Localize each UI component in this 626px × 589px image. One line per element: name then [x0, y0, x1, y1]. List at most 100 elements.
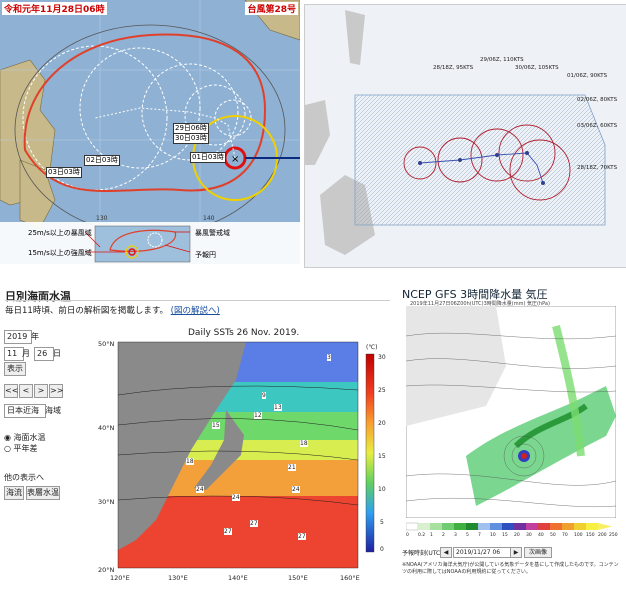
next-time-button[interactable]: ▶ — [510, 547, 522, 558]
scale-tick: 7 — [478, 533, 481, 538]
lat-tick: 30°N — [98, 498, 115, 506]
jma-header-date: 令和元年11月28日06時 — [2, 2, 107, 15]
colorbar-tick: 15 — [378, 453, 386, 460]
contour-label: 9 — [262, 392, 266, 399]
contour-label: 3 — [327, 354, 331, 361]
contour-label: 27 — [250, 520, 258, 527]
lat-tick: 20°N — [98, 566, 115, 574]
lon-tick: 120°E — [110, 574, 130, 582]
explanation-link[interactable]: (図の解説へ) — [171, 306, 220, 316]
jtwc-label: 30/06Z, 105KTS — [515, 65, 559, 71]
jtwc-label: 02/06Z, 80KTS — [577, 97, 618, 103]
jma-label-03: 03日03時 — [46, 167, 82, 178]
colorbar-tick: 25 — [378, 387, 386, 394]
scale-tick: 1 — [430, 533, 433, 538]
ncep-map-graphic — [406, 306, 616, 518]
surface-temp-link-button[interactable]: 表層水温 — [26, 486, 60, 500]
lon-tick: 130°E — [168, 574, 188, 582]
sst-map-graphic — [117, 341, 375, 569]
show-button[interactable]: 表示 — [4, 362, 26, 376]
svg-text:130: 130 — [96, 215, 108, 222]
prev-time-button[interactable]: ◀ — [440, 547, 452, 558]
nav-prev-button[interactable]: < — [19, 384, 33, 398]
colorbar-tick: 10 — [378, 486, 386, 493]
jtwc-label: 03/06Z, 60KTS — [577, 123, 618, 129]
forecast-time-select[interactable]: 2019/11/27 06 — [453, 547, 511, 558]
month-select[interactable]: 11 — [4, 347, 24, 361]
scale-tick: 70 — [562, 533, 568, 538]
contour-label: 24 — [232, 494, 240, 501]
legend-storm-25: 25m/s以上の暴風域 — [28, 229, 92, 237]
jma-label-30: 30日03時 — [173, 133, 209, 144]
radio-sst[interactable]: ◉ 海面水温 — [4, 432, 46, 443]
day-unit: 日 — [53, 349, 61, 358]
colorbar-tick: 5 — [380, 519, 384, 526]
colorbar-tick: 0 — [380, 546, 384, 553]
jtwc-map: 28/18Z, 95KTS 29/06Z, 110KTS 30/06Z, 105… — [304, 4, 626, 268]
scale-tick: 40 — [538, 533, 544, 538]
ncep-panel: NCEP GFS 3時間降水量 気圧 2019年11月27日06Z00h(UTC… — [400, 282, 626, 589]
scale-tick: 20 — [514, 533, 520, 538]
colorbar-unit: (℃) — [366, 344, 378, 351]
scale-tick: 5 — [466, 533, 469, 538]
radio-anomaly-label: 平年差 — [13, 444, 38, 453]
next-image-button[interactable]: 次画像 — [524, 547, 552, 558]
title-divider — [5, 300, 390, 301]
contour-label: 12 — [254, 412, 262, 419]
precip-scale-bar — [406, 522, 612, 531]
month-unit: 月 — [22, 349, 30, 358]
jtwc-labels: 28/18Z, 95KTS 29/06Z, 110KTS 30/06Z, 105… — [305, 5, 626, 267]
radio-sst-label: 海面水温 — [13, 433, 46, 442]
year-select[interactable]: 2019 — [4, 330, 32, 344]
jtwc-label: 28/18Z, 70KTS — [577, 165, 618, 171]
lat-tick: 50°N — [98, 340, 115, 348]
jma-header-typhoon: 台風第28号 — [245, 2, 298, 15]
year-unit: 年 — [31, 332, 39, 341]
day-select[interactable]: 26 — [34, 347, 54, 361]
scale-tick: 50 — [550, 533, 556, 538]
area-label: 海域 — [45, 406, 61, 415]
legend-storm-15: 15m/s以上の強風域 — [28, 249, 92, 257]
lon-tick: 150°E — [288, 574, 308, 582]
scale-tick: 2 — [442, 533, 445, 538]
forecast-time-label: 予報時刻(UTC) — [402, 550, 443, 557]
contour-label: 13 — [274, 404, 282, 411]
page-description: 毎日11時頃、前日の解析図を掲載します。 (図の解説へ) — [5, 304, 220, 316]
nav-next-button[interactable]: > — [34, 384, 48, 398]
area-select[interactable]: 日本近海 — [4, 404, 46, 418]
scale-tick: 200 — [598, 533, 607, 538]
contour-label: 18 — [186, 458, 194, 465]
ncep-note: ※NOAA(アメリカ海洋大気庁)が公開している気象データを基にして作成したもので… — [402, 562, 619, 575]
scale-tick: 10 — [490, 533, 496, 538]
contour-label: 24 — [196, 486, 204, 493]
current-link-button[interactable]: 海流 — [4, 486, 24, 500]
svg-text:140: 140 — [203, 215, 215, 222]
contour-label: 27 — [224, 528, 232, 535]
scale-tick: 0.2 — [418, 533, 426, 538]
colorbar-tick: 20 — [378, 420, 386, 427]
lat-tick: 40°N — [98, 424, 115, 432]
contour-label: 27 — [298, 533, 306, 540]
colorbar-tick: 30 — [378, 354, 386, 361]
scale-tick: 15 — [502, 533, 508, 538]
scale-tick: 150 — [586, 533, 595, 538]
jma-label-01: 01日03時 — [190, 152, 226, 163]
jtwc-label: 28/18Z, 95KTS — [433, 65, 474, 71]
scale-tick: 30 — [526, 533, 532, 538]
nav-last-button[interactable]: >> — [49, 384, 63, 398]
legend-forecast: 予報円 — [195, 251, 216, 259]
lon-tick: 160°E — [340, 574, 360, 582]
scale-tick: 250 — [609, 533, 618, 538]
contour-label: 24 — [292, 486, 300, 493]
other-views-label: 他の表示へ — [4, 473, 44, 482]
jtwc-label: 29/06Z, 110KTS — [480, 57, 524, 63]
lon-tick: 140°E — [228, 574, 248, 582]
scale-tick: 3 — [454, 533, 457, 538]
jtwc-label: 01/06Z, 90KTS — [567, 73, 608, 79]
nav-first-button[interactable]: << — [4, 384, 18, 398]
legend-warning: 暴風警戒域 — [195, 229, 230, 237]
sst-chart-title: Daily SSTs 26 Nov. 2019. — [188, 328, 300, 338]
sst-page: 日別海面水温 毎日11時頃、前日の解析図を掲載します。 (図の解説へ) 2019… — [0, 282, 396, 589]
page-title: 日別海面水温 — [5, 290, 71, 303]
radio-anomaly[interactable]: ○ 平年差 — [4, 443, 38, 454]
